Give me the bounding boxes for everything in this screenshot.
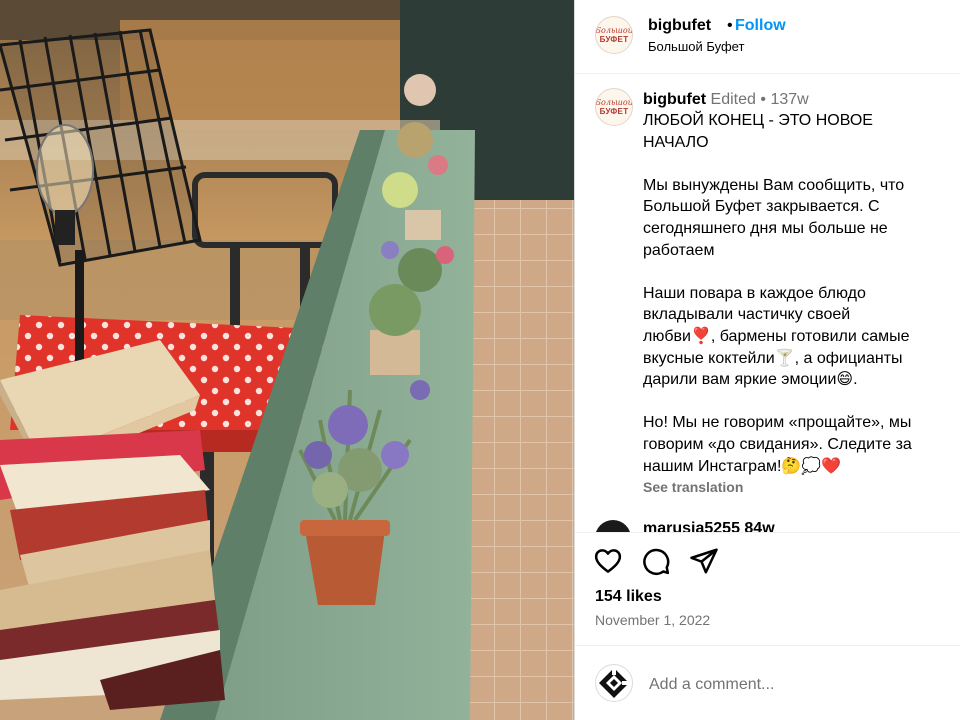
header-divider — [575, 73, 960, 74]
caption-age[interactable]: 137w — [770, 91, 808, 108]
caption-username[interactable]: bigbufet — [643, 91, 706, 108]
add-comment-input[interactable] — [649, 672, 939, 698]
author-location[interactable]: Большой Буфет — [648, 39, 744, 54]
send-icon — [690, 548, 718, 574]
follow-button[interactable]: Follow — [735, 17, 786, 35]
caption-paragraph: ЛЮБОЙ КОНЕЦ - ЭТО НОВОЕ НАЧАЛО — [643, 112, 873, 151]
comment-divider — [575, 645, 960, 646]
see-translation-link[interactable]: See translation — [643, 479, 743, 495]
avatar-logo-line1: Большой — [595, 97, 633, 107]
comment-button[interactable] — [641, 546, 671, 576]
actions-divider — [575, 532, 960, 533]
avatar-logo-line1: Большой — [595, 25, 633, 35]
header-separator: • — [727, 17, 733, 34]
post-photo[interactable] — [0, 0, 574, 720]
like-button[interactable] — [593, 546, 623, 576]
caption-paragraph: Мы вынуждены Вам сообщить, что Большой Б… — [643, 176, 905, 259]
like-count[interactable]: 154 likes — [595, 588, 662, 606]
comment-icon — [643, 548, 670, 575]
heart-icon — [594, 549, 622, 573]
commenter-avatar[interactable] — [595, 520, 631, 532]
caption-paragraph: Но! Мы не говорим «прощайте», мы говорим… — [643, 414, 912, 475]
user-avatar-icon — [595, 664, 633, 702]
post-date[interactable]: November 1, 2022 — [595, 612, 710, 628]
caption-avatar[interactable]: Большой БУФЕТ — [595, 88, 633, 126]
author-avatar[interactable]: Большой БУФЕТ — [595, 16, 633, 54]
photo-illustration — [0, 0, 574, 720]
post-caption: bigbufet Edited • 137w ЛЮБОЙ КОНЕЦ - ЭТО… — [643, 90, 953, 477]
caption-edited: Edited — [710, 91, 756, 108]
post-sidebar: Большой БУФЕТ bigbufet • Follow Большой … — [574, 0, 960, 720]
comment-preview: marusia5255 84w — [595, 520, 945, 532]
avatar-logo-line2: БУФЕТ — [599, 34, 629, 44]
caption-dot: • — [760, 91, 766, 108]
caption-paragraph: Наши повара в каждое блюдо вкладывали ча… — [643, 284, 910, 389]
share-button[interactable] — [689, 546, 719, 576]
author-username[interactable]: bigbufet — [648, 17, 711, 35]
commenter-text[interactable]: marusia5255 84w — [643, 520, 775, 532]
current-user-avatar — [595, 664, 633, 702]
avatar-logo-line2: БУФЕТ — [599, 106, 629, 116]
